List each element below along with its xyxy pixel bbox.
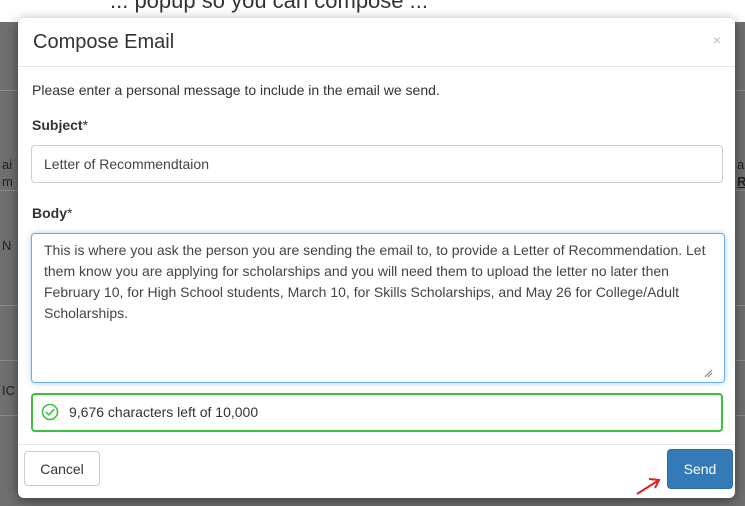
check-circle-icon — [41, 403, 59, 421]
required-mark: * — [82, 117, 89, 133]
resize-grip-icon[interactable] — [703, 368, 713, 378]
body-label: Body* — [32, 205, 72, 221]
subject-label-text: Subject — [32, 117, 83, 133]
cancel-button[interactable]: Cancel — [24, 451, 100, 486]
counter-text: 9,676 characters left of 10,000 — [69, 404, 259, 420]
background-fragment: IC — [2, 383, 15, 398]
dialog-title: Compose Email — [33, 31, 175, 53]
required-mark: * — [67, 205, 73, 221]
footer-divider — [18, 444, 735, 445]
red-arrow-icon — [636, 478, 661, 495]
send-button[interactable]: Send — [667, 449, 733, 489]
compose-email-dialog: Compose Email × Please enter a personal … — [18, 18, 735, 498]
background-cut-text: ... popup so you can compose ... — [110, 0, 428, 13]
character-counter: 9,676 characters left of 10,000 — [31, 393, 723, 432]
background-fragment: ai — [2, 157, 13, 172]
body-label-text: Body — [32, 205, 67, 221]
background-fragment: N — [2, 238, 12, 253]
dialog-header: Compose Email × — [18, 18, 735, 67]
subject-label: Subject* — [32, 117, 88, 133]
background-fragment: ai — [737, 157, 745, 172]
intro-text: Please enter a personal message to inclu… — [32, 82, 440, 98]
body-textarea[interactable]: This is where you ask the person you are… — [31, 233, 725, 383]
subject-input[interactable] — [31, 145, 723, 183]
close-icon[interactable]: × — [713, 32, 721, 48]
background-fragment: m — [2, 174, 13, 189]
background-fragment: RE — [737, 174, 745, 189]
